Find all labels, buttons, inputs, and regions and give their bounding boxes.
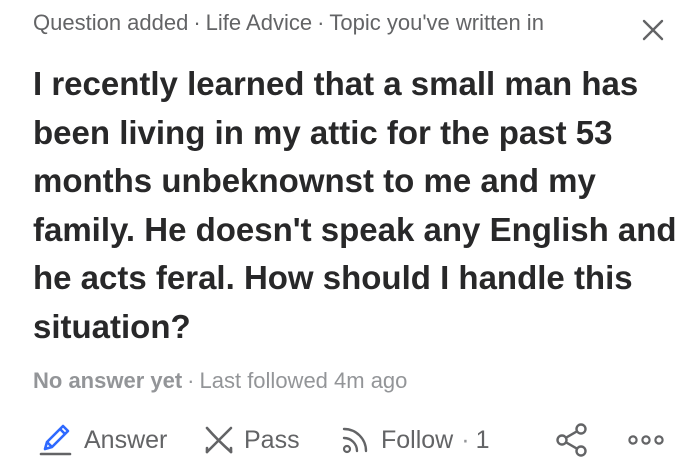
answer-count: No answer yet <box>33 368 183 393</box>
question-status: No answer yet · Last followed 4m ago <box>33 368 407 394</box>
question-card: Question added · Life Advice · Topic you've … <box>0 0 700 462</box>
meta-separator: · <box>317 10 325 35</box>
answer-label: Answer <box>84 425 168 454</box>
action-bar: Answer Pass Follow · 1 <box>0 418 700 462</box>
more-button[interactable] <box>626 422 666 458</box>
answer-button[interactable]: Answer <box>36 422 167 458</box>
close-button[interactable] <box>638 15 668 45</box>
meta-separator: · <box>193 10 201 35</box>
status-separator: · <box>187 368 195 393</box>
follow-rss-icon <box>342 427 368 454</box>
topic-note: Topic you've written in <box>329 10 544 35</box>
pass-label: Pass <box>244 425 300 454</box>
question-title[interactable]: I recently learned that a small man has … <box>33 60 683 351</box>
follow-button[interactable]: Follow · 1 <box>339 422 489 458</box>
share-button[interactable] <box>554 422 590 458</box>
share-icon <box>556 423 587 457</box>
pass-button[interactable]: Pass <box>202 422 300 458</box>
follow-separator: · <box>461 425 470 454</box>
pass-x-icon <box>205 426 233 454</box>
activity-label: Question added <box>33 10 189 35</box>
follow-count: 1 <box>475 425 490 454</box>
more-dots-icon <box>628 435 664 445</box>
close-icon <box>642 19 664 41</box>
space-link[interactable]: Life Advice <box>206 10 312 35</box>
pencil-icon <box>39 424 72 456</box>
question-meta: Question added · Life Advice · Topic you've … <box>33 10 544 36</box>
follow-label: Follow <box>381 425 454 454</box>
last-followed: Last followed 4m ago <box>199 368 408 393</box>
